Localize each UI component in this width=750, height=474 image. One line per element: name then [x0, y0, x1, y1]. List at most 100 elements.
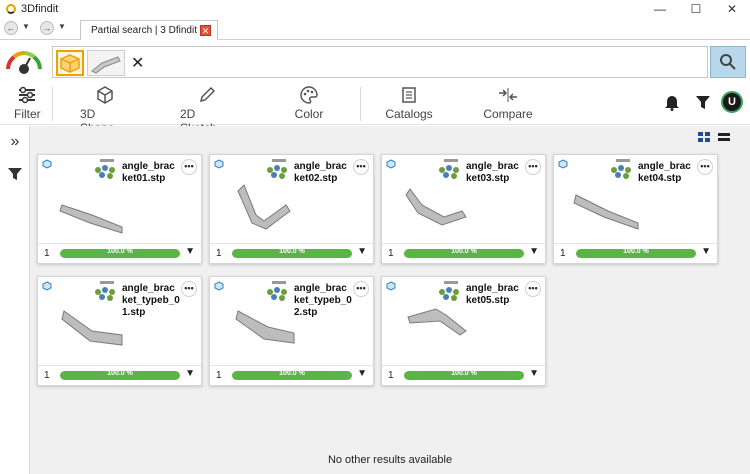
- 3d-model-icon: [558, 159, 568, 169]
- tab-partial-search[interactable]: Partial search | 3 Dfindit ✕: [80, 20, 218, 40]
- toolbar-divider: [360, 87, 361, 121]
- more-options-button[interactable]: •••: [525, 281, 541, 297]
- filter-funnel-button[interactable]: [692, 91, 714, 113]
- catalog-logo-icon: [439, 159, 459, 179]
- avatar-initial: U: [728, 96, 736, 108]
- tab-label: Partial search | 3 Dfindit: [91, 25, 197, 36]
- result-count: 1: [388, 248, 394, 259]
- expand-chevron-icon[interactable]: ▼: [701, 246, 711, 257]
- expand-chevron-icon[interactable]: ▼: [529, 246, 539, 257]
- 3d-model-icon: [386, 281, 396, 291]
- similarity-progress-label: 100.0 %: [107, 249, 133, 255]
- clear-search-icon[interactable]: ✕: [131, 53, 144, 73]
- tool-catalogs[interactable]: Catalogs: [385, 85, 433, 121]
- similarity-progress-label: 100.0 %: [279, 371, 305, 377]
- part-name: angle_bracket_typeb_01.stp: [122, 283, 180, 318]
- search-icon: [720, 54, 736, 70]
- tool-label: Catalogs: [385, 107, 433, 121]
- forward-history-dropdown[interactable]: ▼: [58, 22, 66, 31]
- card-footer: 1 100.0 % ▼: [382, 365, 545, 385]
- toolbar: Filter 3D Shape 2D Sketch Col: [0, 83, 750, 135]
- no-more-results-text: No other results available: [327, 454, 453, 466]
- similarity-progress-bar: 100.0 %: [60, 371, 180, 380]
- list-view-icon[interactable]: [718, 132, 730, 142]
- filter-panel-icon[interactable]: [7, 166, 23, 182]
- result-card[interactable]: angle_bracket04.stp ••• 1 100.0 % ▼: [553, 154, 718, 264]
- forward-button[interactable]: →: [40, 21, 54, 35]
- cube-outline-icon: [95, 85, 115, 105]
- tool-color[interactable]: Color: [292, 85, 326, 121]
- similarity-progress-bar: 100.0 %: [232, 371, 352, 380]
- close-tab-icon[interactable]: ✕: [200, 25, 211, 36]
- funnel-icon: [696, 96, 710, 109]
- grid-view-icon[interactable]: [698, 132, 710, 142]
- part-name: angle_bracket05.stp: [466, 283, 519, 306]
- similarity-progress-bar: 100.0 %: [232, 249, 352, 258]
- result-card[interactable]: angle_bracket01.stp ••• 1 100.0 % ▼: [37, 154, 202, 264]
- side-rail: »: [0, 126, 30, 474]
- part-thumbnail-chip[interactable]: [87, 50, 125, 76]
- card-footer: 1 100.0 % ▼: [210, 243, 373, 263]
- filter-label: Filter: [14, 107, 41, 121]
- search-row: ✕: [0, 41, 750, 83]
- similarity-gauge-icon[interactable]: [4, 49, 44, 75]
- result-card[interactable]: angle_bracket02.stp ••• 1 100.0 % ▼: [209, 154, 374, 264]
- shape-search-chip[interactable]: [56, 50, 84, 76]
- expand-chevron-icon[interactable]: ▼: [529, 368, 539, 379]
- tool-compare[interactable]: Compare: [483, 85, 533, 121]
- similarity-progress-label: 100.0 %: [451, 371, 477, 377]
- more-options-button[interactable]: •••: [525, 159, 541, 175]
- catalog-logo-icon: [267, 159, 287, 179]
- result-card[interactable]: angle_bracket_typeb_02.stp ••• 1 100.0 % ▼: [209, 276, 374, 386]
- part-name: angle_bracket04.stp: [638, 161, 691, 184]
- part-name: angle_bracket01.stp: [122, 161, 175, 184]
- user-avatar[interactable]: U: [721, 91, 743, 113]
- catalog-logo-icon: [95, 159, 115, 179]
- search-input[interactable]: ✕: [52, 46, 708, 78]
- maximize-button[interactable]: ☐: [678, 0, 714, 18]
- more-options-button[interactable]: •••: [353, 159, 369, 175]
- 3d-model-icon: [214, 281, 224, 291]
- similarity-progress-label: 100.0 %: [107, 371, 133, 377]
- notifications-button[interactable]: [661, 91, 683, 113]
- 3d-model-icon: [386, 159, 396, 169]
- 3d-model-icon: [42, 281, 52, 291]
- more-options-button[interactable]: •••: [353, 281, 369, 297]
- bell-icon: [665, 96, 679, 111]
- toolbar-divider: [52, 87, 53, 121]
- more-options-button[interactable]: •••: [181, 159, 197, 175]
- catalog-logo-icon: [611, 159, 631, 179]
- results-area: angle_bracket01.stp ••• 1 100.0 % ▼ angle_bra…: [30, 126, 750, 474]
- minimize-button[interactable]: —: [642, 0, 678, 18]
- similarity-progress-label: 100.0 %: [451, 249, 477, 255]
- close-window-button[interactable]: ✕: [714, 0, 750, 18]
- expand-chevron-icon[interactable]: ▼: [185, 368, 195, 379]
- result-count: 1: [560, 248, 566, 259]
- more-options-button[interactable]: •••: [697, 159, 713, 175]
- expand-panel-icon[interactable]: »: [7, 133, 23, 150]
- expand-chevron-icon[interactable]: ▼: [357, 246, 367, 257]
- catalog-logo-icon: [95, 281, 115, 301]
- result-count: 1: [44, 248, 50, 259]
- search-button[interactable]: [710, 46, 746, 78]
- result-card[interactable]: angle_bracket03.stp ••• 1 100.0 % ▼: [381, 154, 546, 264]
- result-card[interactable]: angle_bracket05.stp ••• 1 100.0 % ▼: [381, 276, 546, 386]
- similarity-progress-label: 100.0 %: [279, 249, 305, 255]
- back-button[interactable]: ←: [4, 21, 18, 35]
- tool-label: Compare: [483, 107, 533, 121]
- card-footer: 1 100.0 % ▼: [38, 243, 201, 263]
- result-card[interactable]: angle_bracket_typeb_01.stp ••• 1 100.0 % ▼: [37, 276, 202, 386]
- card-footer: 1 100.0 % ▼: [38, 365, 201, 385]
- catalog-logo-icon: [439, 281, 459, 301]
- similarity-progress-bar: 100.0 %: [576, 249, 696, 258]
- filter-button[interactable]: Filter: [14, 85, 41, 121]
- expand-chevron-icon[interactable]: ▼: [357, 368, 367, 379]
- bracket-thumbnail-icon: [91, 56, 121, 74]
- expand-chevron-icon[interactable]: ▼: [185, 246, 195, 257]
- back-history-dropdown[interactable]: ▼: [22, 22, 30, 31]
- card-footer: 1 100.0 % ▼: [210, 365, 373, 385]
- more-options-button[interactable]: •••: [181, 281, 197, 297]
- similarity-progress-label: 100.0 %: [623, 249, 649, 255]
- pencil-icon: [197, 85, 217, 105]
- similarity-progress-bar: 100.0 %: [60, 249, 180, 258]
